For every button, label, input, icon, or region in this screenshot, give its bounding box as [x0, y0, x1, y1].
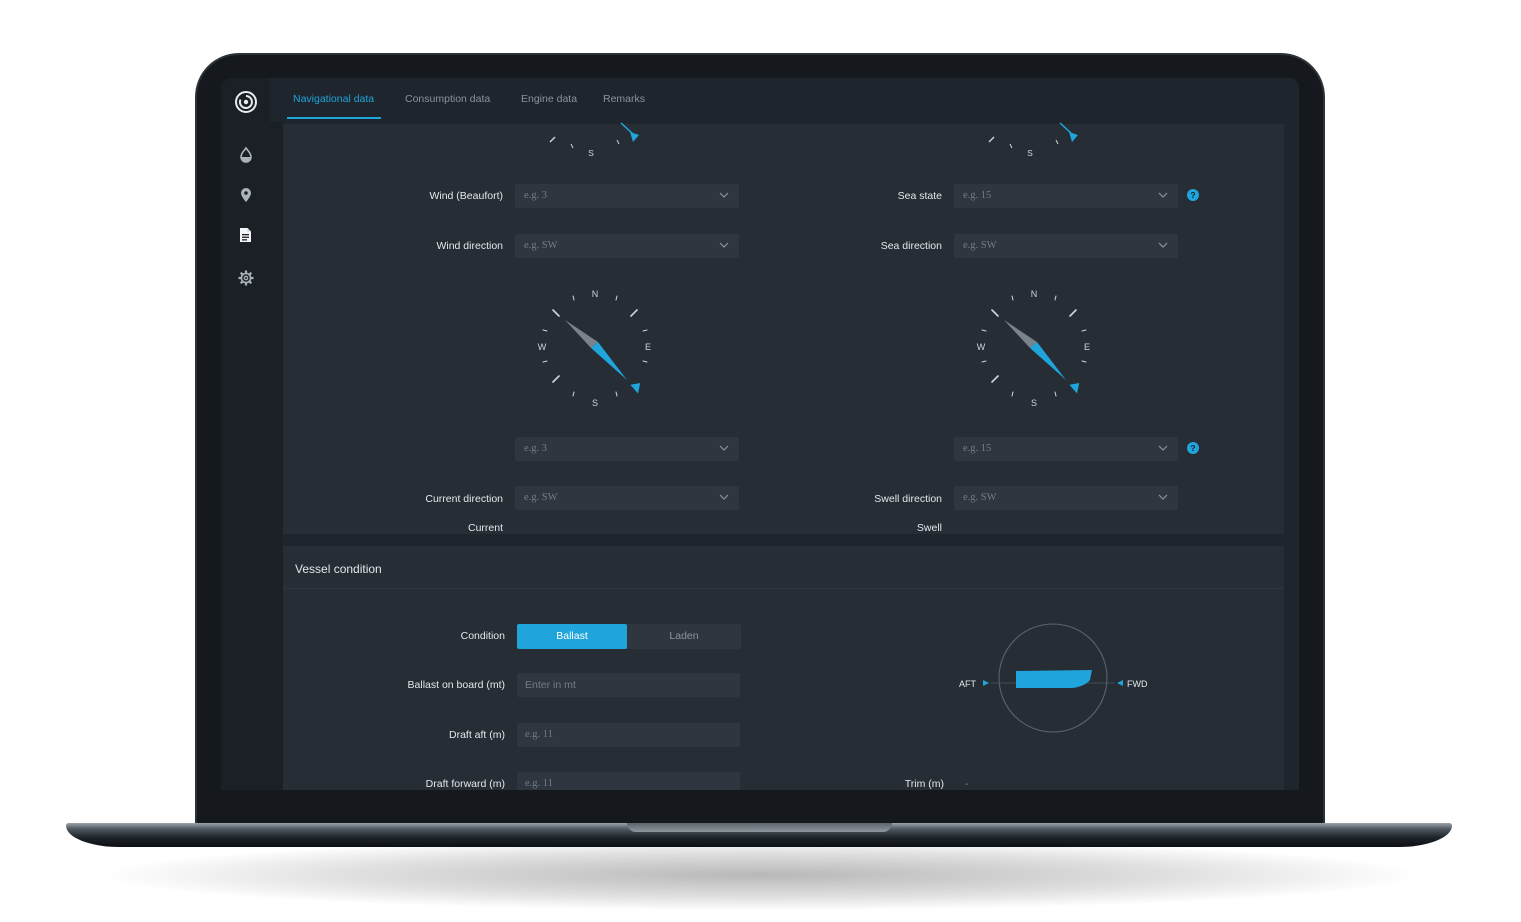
fwd-label: FWD	[1127, 679, 1148, 689]
sea-compass: N E S W	[977, 289, 1090, 408]
wind-beaufort-label: Wind (Beaufort)	[429, 190, 503, 202]
swell-select[interactable]: e.g. 15	[954, 437, 1178, 461]
tab-bar: Navigational data Consumption data Engin…	[270, 78, 1299, 122]
section-divider	[283, 588, 1284, 589]
trim-value: -	[965, 778, 969, 790]
swell-label: Swell	[916, 522, 942, 534]
swell-direction-label: Swell direction	[874, 493, 942, 505]
sea-state-placeholder: e.g. 15	[963, 190, 992, 201]
chevron-down-icon	[719, 445, 729, 451]
sea-compass-partial: S	[988, 122, 1078, 158]
wind-compass-partial: S	[549, 122, 639, 158]
wind-beaufort-select[interactable]: e.g. 3	[515, 184, 739, 208]
compass-label-s: S	[588, 148, 594, 158]
chevron-down-icon	[719, 494, 729, 500]
chevron-down-icon	[719, 192, 729, 198]
compass-label-s: S	[1027, 148, 1033, 158]
draft-forward-placeholder: e.g. 11	[525, 778, 553, 789]
tab-remarks[interactable]: Remarks	[603, 93, 645, 105]
spiral-logo-icon[interactable]	[221, 88, 270, 116]
condition-toggle: Ballast Laden	[517, 624, 741, 649]
sea-state-info-icon[interactable]: ?	[1187, 189, 1199, 201]
swell-direction-select[interactable]: e.g. SW	[954, 486, 1178, 510]
compass-label-e: E	[1084, 342, 1090, 352]
current-label: Current	[467, 522, 503, 534]
current-direction-label: Current direction	[425, 493, 503, 505]
swell-direction-placeholder: e.g. SW	[963, 492, 997, 503]
draft-forward-label: Draft forward (m)	[425, 778, 505, 790]
compass-label-n: N	[592, 289, 599, 299]
vessel-condition-panel: Vessel condition Condition Ballast Laden…	[283, 546, 1284, 790]
draft-aft-placeholder: e.g. 11	[525, 729, 553, 740]
compass-label-w: W	[538, 342, 547, 352]
aft-label: AFT	[959, 679, 977, 689]
ballast-on-board-input[interactable]: Enter in mt	[517, 673, 740, 697]
wind-direction-label: Wind direction	[436, 240, 503, 252]
wind-direction-placeholder: e.g. SW	[524, 240, 558, 251]
draft-aft-input[interactable]: e.g. 11	[517, 723, 740, 747]
current-direction-select[interactable]: e.g. SW	[515, 486, 739, 510]
wind-compass: N E S W	[538, 289, 651, 408]
navigational-panel: S S Wind (Beaufort) e.g. 3 Wind directio…	[283, 122, 1284, 534]
swell-info-icon[interactable]: ?	[1187, 442, 1199, 454]
document-icon[interactable]	[221, 221, 270, 249]
compass-label-s: S	[592, 398, 598, 408]
fuel-drop-icon[interactable]	[221, 141, 270, 169]
sea-direction-label: Sea direction	[880, 240, 942, 252]
wind-beaufort-placeholder: e.g. 3	[524, 190, 548, 201]
active-tab-indicator	[287, 117, 381, 119]
app-screen: Navigational data Consumption data Engin…	[221, 78, 1299, 790]
current-select[interactable]: e.g. 3	[515, 437, 739, 461]
location-pin-icon[interactable]	[221, 181, 270, 209]
trim-diagram: AFT FWD	[959, 623, 1148, 733]
laden-option[interactable]: Laden	[629, 624, 739, 649]
sidebar	[221, 78, 270, 790]
draft-forward-input[interactable]: e.g. 11	[517, 772, 740, 790]
ballast-option[interactable]: Ballast	[517, 624, 627, 649]
draft-aft-label: Draft aft (m)	[448, 729, 505, 741]
section-title: Vessel condition	[295, 562, 382, 576]
condition-label: Condition	[460, 630, 505, 642]
compass-label-e: E	[645, 342, 651, 352]
laptop-shadow	[110, 840, 1410, 910]
sea-direction-select[interactable]: e.g. SW	[954, 234, 1178, 258]
chevron-down-icon	[1158, 494, 1168, 500]
ballast-on-board-label: Ballast on board (mt)	[407, 679, 505, 691]
gear-icon[interactable]	[221, 264, 270, 292]
sea-state-label: Sea state	[897, 190, 942, 202]
current-placeholder: e.g. 3	[524, 443, 548, 454]
chevron-down-icon	[1158, 192, 1168, 198]
compass-label-s: S	[1031, 398, 1037, 408]
sea-direction-placeholder: e.g. SW	[963, 240, 997, 251]
content-gutter	[270, 122, 283, 790]
wind-direction-select[interactable]: e.g. SW	[515, 234, 739, 258]
laptop-notch	[627, 823, 892, 832]
trim-label: Trim (m)	[904, 778, 944, 790]
tab-engine-data[interactable]: Engine data	[521, 93, 577, 105]
tab-consumption-data[interactable]: Consumption data	[405, 93, 490, 105]
ballast-on-board-placeholder: Enter in mt	[525, 679, 576, 691]
compass-label-w: W	[977, 342, 986, 352]
compass-label-n: N	[1031, 289, 1038, 299]
swell-placeholder: e.g. 15	[963, 443, 992, 454]
chevron-down-icon	[719, 242, 729, 248]
chevron-down-icon	[1158, 242, 1168, 248]
sea-state-select[interactable]: e.g. 15	[954, 184, 1178, 208]
current-direction-placeholder: e.g. SW	[524, 492, 558, 503]
chevron-down-icon	[1158, 445, 1168, 451]
tab-navigational-data[interactable]: Navigational data	[293, 93, 374, 105]
